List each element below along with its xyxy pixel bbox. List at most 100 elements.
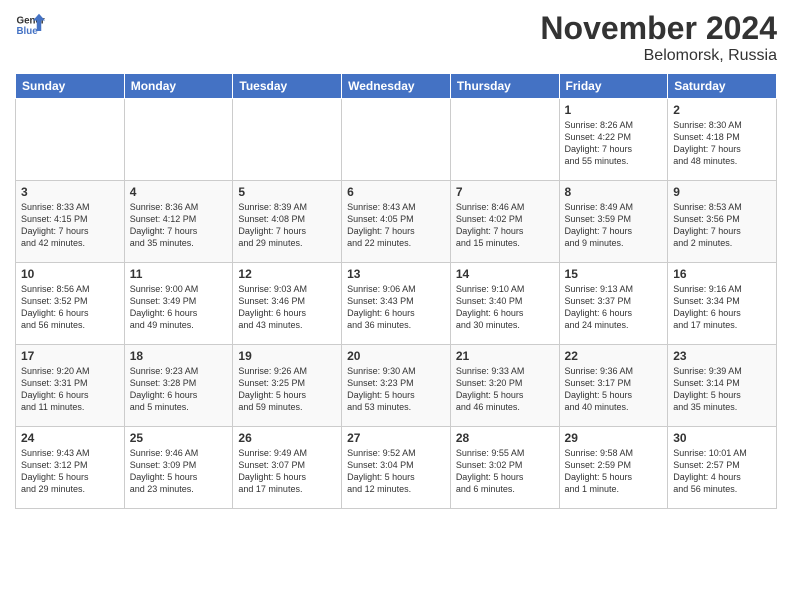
calendar-day-cell [450,99,559,181]
calendar-day-cell: 21 Sunrise: 9:33 AM Sunset: 3:20 PM Dayli… [450,345,559,427]
day-info: Sunrise: 9:49 AM Sunset: 3:07 PM Dayligh… [238,447,336,496]
day-number: 27 [347,431,445,445]
calendar-day-cell [233,99,342,181]
day-info: Sunrise: 9:23 AM Sunset: 3:28 PM Dayligh… [130,365,228,414]
day-number: 11 [130,267,228,281]
calendar-day-cell: 16Sunrise: 9:16 AM Sunset: 3:34 PM Dayli… [668,263,777,345]
calendar-day-cell: 6 Sunrise: 8:43 AM Sunset: 4:05 PM Daylig… [342,181,451,263]
day-info: Sunrise: 9:30 AM Sunset: 3:23 PM Dayligh… [347,365,445,414]
calendar-day-cell: 10Sunrise: 8:56 AM Sunset: 3:52 PM Dayli… [16,263,125,345]
day-number: 21 [456,349,554,363]
title-block: November 2024 Belomorsk, Russia [540,10,777,65]
day-info: Sunrise: 9:20 AM Sunset: 3:31 PM Dayligh… [21,365,119,414]
day-number: 6 [347,185,445,199]
day-info: Sunrise: 8:39 AM Sunset: 4:08 PM Dayligh… [238,201,336,250]
day-info: Sunrise: 9:06 AM Sunset: 3:43 PM Dayligh… [347,283,445,332]
calendar-day-cell [16,99,125,181]
calendar-day-cell: 29 Sunrise: 9:58 AM Sunset: 2:59 PM Dayli… [559,427,668,509]
day-number: 29 [565,431,663,445]
month-year-title: November 2024 [540,10,777,47]
day-number: 1 [565,103,663,117]
calendar-week-row: 24 Sunrise: 9:43 AM Sunset: 3:12 PM Dayli… [16,427,777,509]
calendar-day-cell: 1 Sunrise: 8:26 AM Sunset: 4:22 PM Daylig… [559,99,668,181]
day-number: 25 [130,431,228,445]
day-number: 19 [238,349,336,363]
calendar-day-cell: 9 Sunrise: 8:53 AM Sunset: 3:56 PM Daylig… [668,181,777,263]
day-number: 2 [673,103,771,117]
calendar-day-cell: 14Sunrise: 9:10 AM Sunset: 3:40 PM Dayli… [450,263,559,345]
day-number: 16 [673,267,771,281]
calendar-day-cell: 4 Sunrise: 8:36 AM Sunset: 4:12 PM Daylig… [124,181,233,263]
calendar-day-cell: 5 Sunrise: 8:39 AM Sunset: 4:08 PM Daylig… [233,181,342,263]
day-info: Sunrise: 8:36 AM Sunset: 4:12 PM Dayligh… [130,201,228,250]
day-of-week-header: Saturday [668,74,777,99]
calendar-day-cell: 8 Sunrise: 8:49 AM Sunset: 3:59 PM Daylig… [559,181,668,263]
calendar-day-cell: 26 Sunrise: 9:49 AM Sunset: 3:07 PM Dayli… [233,427,342,509]
day-info: Sunrise: 9:52 AM Sunset: 3:04 PM Dayligh… [347,447,445,496]
day-number: 18 [130,349,228,363]
day-number: 10 [21,267,119,281]
day-info: Sunrise: 8:33 AM Sunset: 4:15 PM Dayligh… [21,201,119,250]
day-info: Sunrise: 9:39 AM Sunset: 3:14 PM Dayligh… [673,365,771,414]
day-number: 9 [673,185,771,199]
day-info: Sunrise: 9:36 AM Sunset: 3:17 PM Dayligh… [565,365,663,414]
day-number: 24 [21,431,119,445]
calendar-day-cell: 15Sunrise: 9:13 AM Sunset: 3:37 PM Dayli… [559,263,668,345]
day-info: Sunrise: 8:43 AM Sunset: 4:05 PM Dayligh… [347,201,445,250]
calendar-day-cell: 3 Sunrise: 8:33 AM Sunset: 4:15 PM Daylig… [16,181,125,263]
day-number: 13 [347,267,445,281]
day-of-week-header: Friday [559,74,668,99]
day-of-week-header: Monday [124,74,233,99]
day-info: Sunrise: 8:26 AM Sunset: 4:22 PM Dayligh… [565,119,663,168]
day-of-week-header: Tuesday [233,74,342,99]
svg-text:Blue: Blue [17,26,39,37]
day-info: Sunrise: 9:00 AM Sunset: 3:49 PM Dayligh… [130,283,228,332]
day-number: 23 [673,349,771,363]
calendar-day-cell: 24 Sunrise: 9:43 AM Sunset: 3:12 PM Dayli… [16,427,125,509]
calendar-day-cell [342,99,451,181]
day-number: 26 [238,431,336,445]
day-info: Sunrise: 9:43 AM Sunset: 3:12 PM Dayligh… [21,447,119,496]
calendar-day-cell: 22 Sunrise: 9:36 AM Sunset: 3:17 PM Dayli… [559,345,668,427]
calendar-day-cell: 25 Sunrise: 9:46 AM Sunset: 3:09 PM Dayli… [124,427,233,509]
day-number: 3 [21,185,119,199]
calendar-week-row: 1 Sunrise: 8:26 AM Sunset: 4:22 PM Daylig… [16,99,777,181]
calendar-week-row: 17 Sunrise: 9:20 AM Sunset: 3:31 PM Dayli… [16,345,777,427]
calendar-day-cell: 17 Sunrise: 9:20 AM Sunset: 3:31 PM Dayli… [16,345,125,427]
day-info: Sunrise: 9:33 AM Sunset: 3:20 PM Dayligh… [456,365,554,414]
day-of-week-header: Thursday [450,74,559,99]
calendar-day-cell: 13 Sunrise: 9:06 AM Sunset: 3:43 PM Dayli… [342,263,451,345]
calendar-day-cell: 11 Sunrise: 9:00 AM Sunset: 3:49 PM Dayli… [124,263,233,345]
page-container: General Blue November 2024 Belomorsk, Ru… [0,0,792,519]
calendar-day-cell: 27 Sunrise: 9:52 AM Sunset: 3:04 PM Dayli… [342,427,451,509]
day-number: 22 [565,349,663,363]
day-number: 8 [565,185,663,199]
day-number: 12 [238,267,336,281]
calendar-day-cell: 18 Sunrise: 9:23 AM Sunset: 3:28 PM Dayli… [124,345,233,427]
day-info: Sunrise: 8:53 AM Sunset: 3:56 PM Dayligh… [673,201,771,250]
day-number: 17 [21,349,119,363]
day-info: Sunrise: 9:46 AM Sunset: 3:09 PM Dayligh… [130,447,228,496]
location-subtitle: Belomorsk, Russia [540,47,777,65]
day-of-week-header: Wednesday [342,74,451,99]
logo-icon: General Blue [15,10,45,40]
calendar-day-cell: 2 Sunrise: 8:30 AM Sunset: 4:18 PM Daylig… [668,99,777,181]
header: General Blue November 2024 Belomorsk, Ru… [15,10,777,65]
day-number: 20 [347,349,445,363]
day-number: 5 [238,185,336,199]
day-info: Sunrise: 8:46 AM Sunset: 4:02 PM Dayligh… [456,201,554,250]
day-number: 7 [456,185,554,199]
calendar-week-row: 3 Sunrise: 8:33 AM Sunset: 4:15 PM Daylig… [16,181,777,263]
calendar-day-cell: 20 Sunrise: 9:30 AM Sunset: 3:23 PM Dayli… [342,345,451,427]
day-info: Sunrise: 9:26 AM Sunset: 3:25 PM Dayligh… [238,365,336,414]
day-info: Sunrise: 9:03 AM Sunset: 3:46 PM Dayligh… [238,283,336,332]
day-info: Sunrise: 8:49 AM Sunset: 3:59 PM Dayligh… [565,201,663,250]
calendar-day-cell: 30Sunrise: 10:01 AM Sunset: 2:57 PM Dayl… [668,427,777,509]
day-info: Sunrise: 8:30 AM Sunset: 4:18 PM Dayligh… [673,119,771,168]
day-number: 14 [456,267,554,281]
calendar-day-cell: 23 Sunrise: 9:39 AM Sunset: 3:14 PM Dayli… [668,345,777,427]
day-number: 4 [130,185,228,199]
day-info: Sunrise: 9:58 AM Sunset: 2:59 PM Dayligh… [565,447,663,496]
calendar-day-cell: 19 Sunrise: 9:26 AM Sunset: 3:25 PM Dayli… [233,345,342,427]
logo: General Blue [15,10,45,40]
